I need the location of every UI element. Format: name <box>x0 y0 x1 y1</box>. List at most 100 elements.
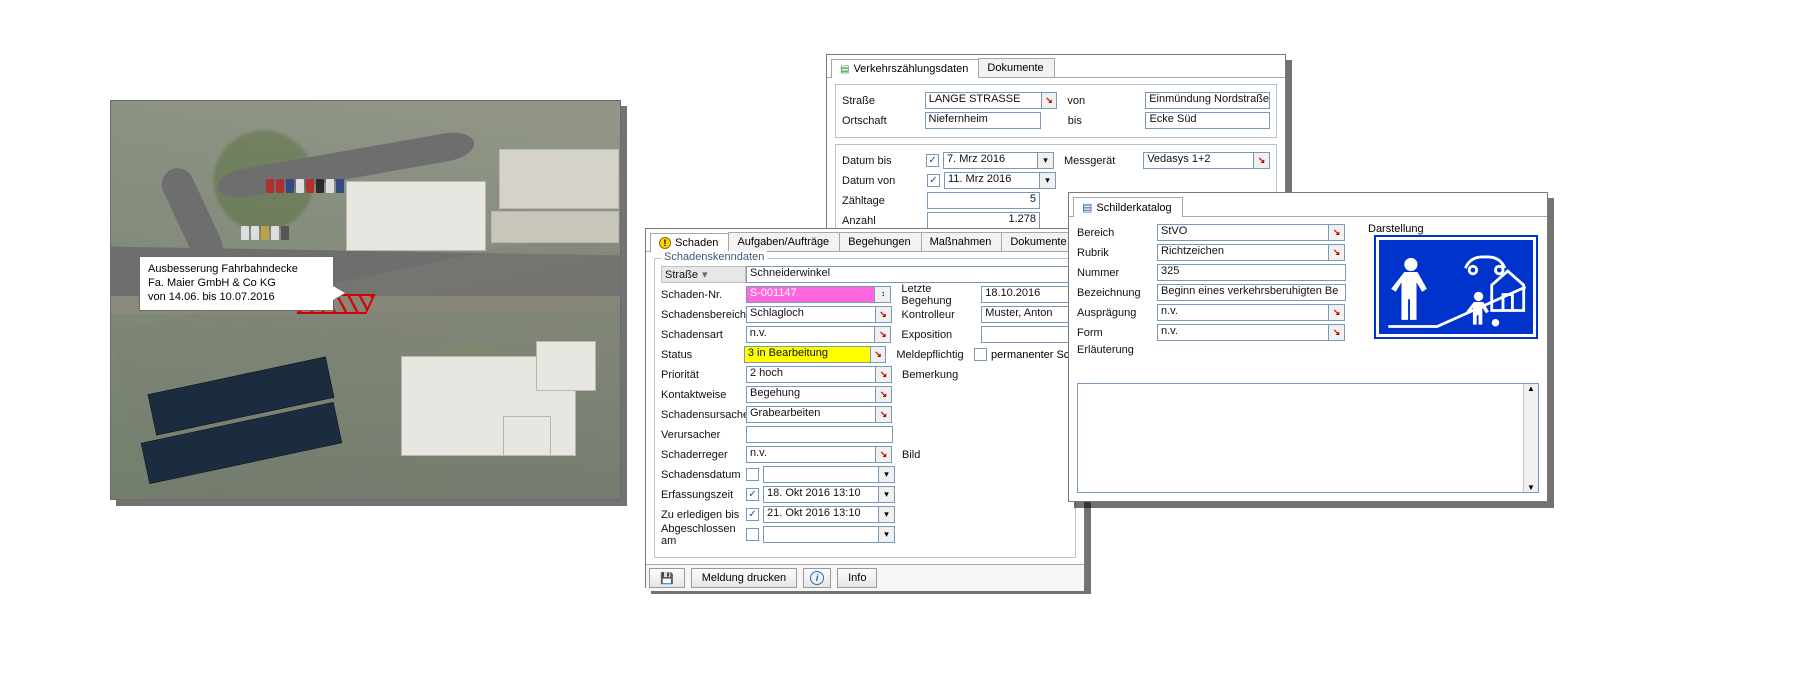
input-kontakt[interactable]: Begehung <box>746 386 876 403</box>
input-schaden-nr[interactable]: S-001147 <box>746 286 876 303</box>
scrollbar[interactable]: ▲ ▼ <box>1523 384 1538 492</box>
input-zaehltage[interactable]: 5 <box>927 192 1040 209</box>
info-icon-button[interactable]: i <box>803 568 831 588</box>
dropdown-icon[interactable]: ▾ <box>878 486 895 503</box>
input-ortschaft[interactable]: Niefernheim <box>925 112 1042 129</box>
save-icon-button[interactable]: 💾 <box>649 568 685 588</box>
label-bis: bis <box>1068 115 1146 127</box>
groupbox-legend: Schadenskenndaten <box>661 251 767 263</box>
checkbox-erledigen[interactable]: ✓ <box>746 508 759 521</box>
input-auspraegung[interactable]: n.v. <box>1157 304 1329 321</box>
diskette-icon: 💾 <box>660 572 674 585</box>
label-permanent: permanenter Schaden <box>991 349 1069 361</box>
input-kontrolleur[interactable]: Muster, Anton <box>981 306 1069 323</box>
info-button[interactable]: Info <box>837 568 877 588</box>
input-rubrik[interactable]: Richtzeichen <box>1157 244 1329 261</box>
dropdown-icon[interactable]: ▾ <box>878 526 895 543</box>
label-sbereich: Bereich <box>1077 227 1157 239</box>
input-datum-von[interactable]: 11. Mrz 2016 <box>944 172 1040 189</box>
input-strasse[interactable]: LANGE STRASSE <box>925 92 1042 109</box>
dropdown-icon[interactable]: ▾ <box>1037 152 1054 169</box>
tab-schaden[interactable]: ! Schaden <box>650 233 729 252</box>
input-nummer[interactable]: 325 <box>1157 264 1346 281</box>
input-datum-bis[interactable]: 7. Mrz 2016 <box>943 152 1038 169</box>
input-erledigen[interactable]: 21. Okt 2016 13:10 <box>763 506 879 523</box>
input-anzahl[interactable]: 1.278 <box>927 212 1040 229</box>
input-von[interactable]: Einmündung Nordstraße <box>1145 92 1270 109</box>
tab-begehungen[interactable]: Begehungen <box>839 232 921 251</box>
dropdown-icon[interactable]: ▾ <box>878 506 895 523</box>
lookup-icon[interactable]: ↘ <box>1328 324 1345 341</box>
input-sbereich[interactable]: StVO <box>1157 224 1329 241</box>
label-anzahl: Anzahl <box>842 215 927 227</box>
input-bis[interactable]: Ecke Süd <box>1145 112 1270 129</box>
tab-schilderkatalog[interactable]: ▤ Schilderkatalog <box>1073 197 1183 217</box>
textarea-erlaeuterung[interactable] <box>1077 383 1539 493</box>
label-erreger: Schaderreger <box>661 449 746 461</box>
label-bezeichnung: Bezeichnung <box>1077 287 1157 299</box>
input-erreger[interactable]: n.v. <box>746 446 876 463</box>
tab-aufgaben[interactable]: Aufgaben/Aufträge <box>728 232 840 251</box>
input-bezeichnung[interactable]: Beginn eines verkehrsberuhigten Be <box>1157 284 1346 301</box>
checkbox-datum-von[interactable]: ✓ <box>927 174 940 187</box>
input-sdatum[interactable] <box>763 466 879 483</box>
lookup-icon[interactable]: ↘ <box>875 406 892 423</box>
lookup-icon[interactable]: ↘ <box>1328 224 1345 241</box>
label-bild: Bild <box>902 449 982 461</box>
label-auspraegung: Ausprägung <box>1077 307 1157 319</box>
tab-dokumente[interactable]: Dokumente <box>1001 232 1077 251</box>
checkbox-sdatum[interactable] <box>746 468 759 481</box>
tab-massnahmen[interactable]: Maßnahmen <box>921 232 1003 251</box>
checkbox-erfzeit[interactable]: ✓ <box>746 488 759 501</box>
label-meldepfl: Meldepflichtig <box>896 349 974 361</box>
input-verursacher[interactable] <box>746 426 893 443</box>
label-ortschaft: Ortschaft <box>842 115 925 127</box>
dropdown-icon[interactable]: ▾ <box>1039 172 1056 189</box>
lookup-icon[interactable]: ↘ <box>1041 92 1058 109</box>
table-icon: ▤ <box>840 64 849 75</box>
lookup-icon[interactable]: ↘ <box>870 346 887 363</box>
input-prio[interactable]: 2 hoch <box>746 366 876 383</box>
label-nummer: Nummer <box>1077 267 1157 279</box>
input-messgeraet[interactable]: Vedasys 1+2 <box>1143 152 1254 169</box>
label-rubrik: Rubrik <box>1077 247 1157 259</box>
input-abgeschl[interactable] <box>763 526 879 543</box>
checkbox-meldepflichtig[interactable] <box>974 348 987 361</box>
input-status[interactable]: 3 in Bearbeitung <box>744 346 871 363</box>
lookup-icon[interactable]: ↘ <box>875 366 892 383</box>
callout-line: Fa. Maier GmbH & Co KG <box>148 277 325 291</box>
scroll-down-icon[interactable]: ▼ <box>1527 483 1535 492</box>
input-bereich[interactable]: Schlagloch <box>746 306 876 323</box>
lookup-icon[interactable]: ↘ <box>1328 244 1345 261</box>
label-exposition: Exposition <box>901 329 981 341</box>
dropdown-icon[interactable]: ▾ <box>878 466 895 483</box>
stepper-icon[interactable]: ↕ <box>874 286 891 303</box>
input-letzte[interactable]: 18.10.2016 <box>981 286 1069 303</box>
lookup-icon[interactable]: ↘ <box>875 306 892 323</box>
input-art[interactable]: n.v. <box>746 326 876 343</box>
label-bemerkung: Bemerkung <box>902 369 982 381</box>
input-form[interactable]: n.v. <box>1157 324 1329 341</box>
lookup-icon[interactable]: ↘ <box>874 326 891 343</box>
lookup-icon[interactable]: ↘ <box>1328 304 1345 321</box>
checkbox-datum-bis[interactable]: ✓ <box>926 154 939 167</box>
input-exposition[interactable] <box>981 326 1069 343</box>
label-zaehltage: Zähltage <box>842 195 927 207</box>
lookup-icon[interactable]: ↘ <box>875 446 892 463</box>
tab-traffic-data[interactable]: ▤ Verkehrszählungsdaten <box>831 59 979 78</box>
info-icon: i <box>810 571 824 585</box>
tab-traffic-docs[interactable]: Dokumente <box>978 58 1054 77</box>
checkbox-abgeschl[interactable] <box>746 528 759 541</box>
input-erfzeit[interactable]: 18. Okt 2016 13:10 <box>763 486 879 503</box>
lookup-icon[interactable]: ↘ <box>875 386 892 403</box>
scroll-up-icon[interactable]: ▲ <box>1527 384 1535 393</box>
label-strasse: Straße <box>842 95 925 107</box>
map-callout: Ausbesserung Fahrbahndecke Fa. Maier Gmb… <box>139 256 334 311</box>
lookup-icon[interactable]: ↘ <box>1253 152 1270 169</box>
input-ursache[interactable]: Grabearbeiten <box>746 406 876 423</box>
label-prio: Priorität <box>661 369 746 381</box>
label-letzte: Letzte Begehung <box>901 283 981 307</box>
print-button[interactable]: Meldung drucken <box>691 568 797 588</box>
label-strasse: Straße <box>665 269 698 281</box>
input-dmg-strasse[interactable]: Schneiderwinkel <box>746 266 1069 283</box>
